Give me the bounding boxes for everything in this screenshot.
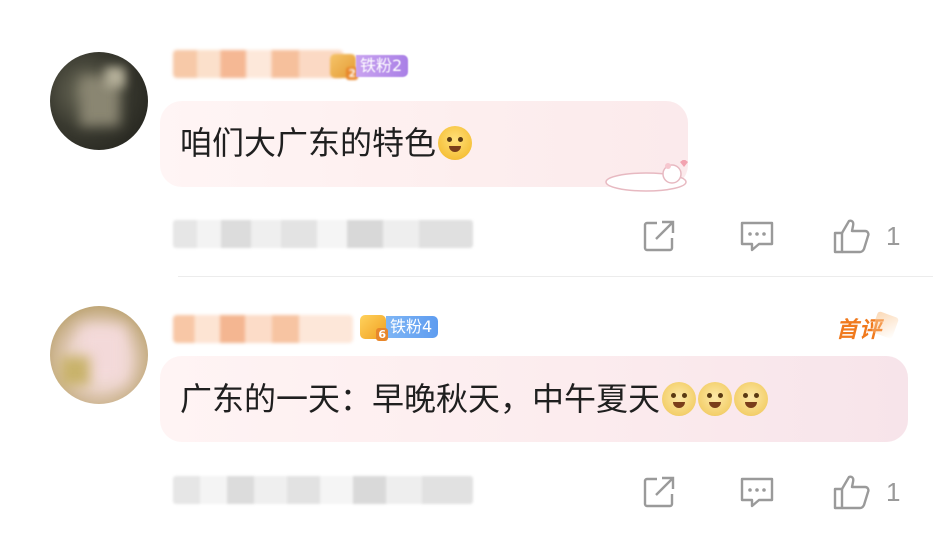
comment-text-content: 广东的一天：早晚秋天，中午夏天 <box>180 380 661 418</box>
fan-badge: 6 铁粉4 <box>360 314 439 341</box>
fan-badge-label: 铁粉4 <box>386 316 439 338</box>
reply-icon <box>740 477 774 508</box>
share-icon <box>643 220 675 252</box>
like-count: 1 <box>886 476 901 507</box>
share-icon <box>643 476 675 508</box>
username[interactable] <box>173 50 343 78</box>
comment-actions: 1 <box>0 216 933 256</box>
avatar[interactable] <box>50 306 148 404</box>
comment-text: 广东的一天：早晚秋天，中午夏天 <box>180 374 769 420</box>
doge-emoji-icon <box>698 382 733 416</box>
avatar[interactable] <box>50 52 148 150</box>
comment-item: 2 铁粉2 咱们大广东的特色 1 <box>0 0 933 278</box>
thumbs-up-icon <box>833 475 870 510</box>
doge-emoji-icon <box>662 382 697 416</box>
fan-badge-label: 铁粉2 <box>356 55 409 77</box>
share-button[interactable] <box>640 472 678 512</box>
first-comment-badge: 首评 <box>836 312 882 344</box>
username[interactable] <box>173 315 353 343</box>
screaming-face-emoji-icon <box>438 126 473 160</box>
reply-button[interactable] <box>738 216 776 256</box>
like-count: 1 <box>886 220 901 251</box>
reply-icon <box>740 221 774 252</box>
fan-badge: 2 铁粉2 <box>330 53 409 80</box>
doge-emoji-icon <box>734 382 769 416</box>
comment-text-content: 咱们大广东的特色 <box>180 124 437 162</box>
share-button[interactable] <box>640 216 678 256</box>
like-button[interactable]: 1 <box>832 472 900 512</box>
comment-divider <box>178 276 933 277</box>
sleeping-cat-decoration-icon <box>605 160 688 192</box>
comment-item: 6 铁粉4 首评 广东的一天：早晚秋天，中午夏天 1 <box>0 278 933 539</box>
comment-text: 咱们大广东的特色 <box>180 118 473 164</box>
thumbs-up-icon <box>833 219 870 254</box>
comment-actions: 1 <box>0 472 933 512</box>
like-button[interactable]: 1 <box>832 216 900 256</box>
fan-badge-icon: 6 <box>360 315 388 341</box>
reply-button[interactable] <box>738 472 776 512</box>
fan-badge-icon: 2 <box>330 54 358 80</box>
